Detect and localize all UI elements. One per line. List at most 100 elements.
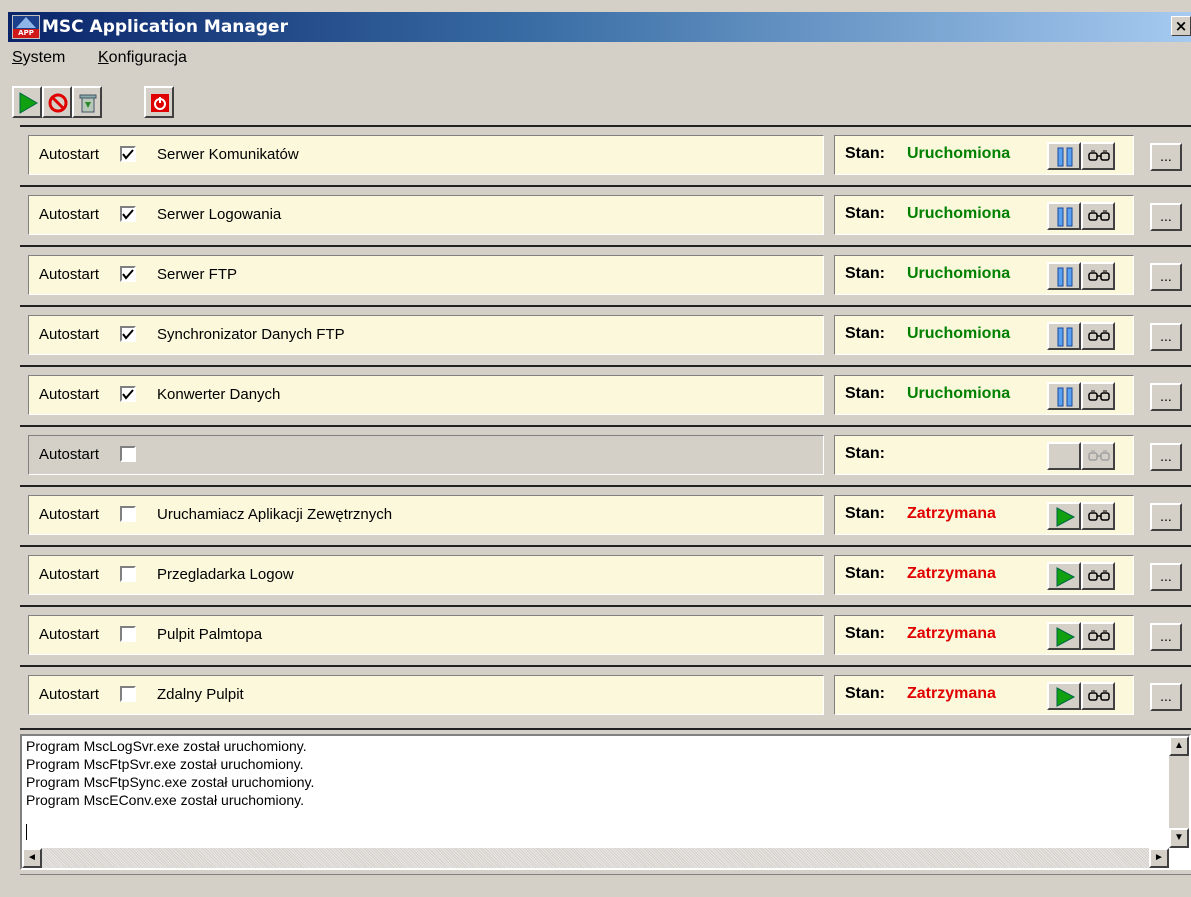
app-icon: APP bbox=[12, 15, 40, 39]
start-button[interactable] bbox=[1047, 682, 1081, 710]
autostart-label: Autostart bbox=[39, 266, 100, 283]
status-panel: Stan: Zatrzymana bbox=[834, 555, 1134, 595]
window-toggle-button[interactable] bbox=[1081, 202, 1115, 230]
service-panel: Autostart Synchronizator Danych FTP bbox=[28, 315, 824, 355]
more-options-button[interactable]: ... bbox=[1150, 323, 1182, 351]
close-button[interactable]: × bbox=[1171, 16, 1191, 36]
checkmark-icon bbox=[122, 149, 134, 160]
glasses-icon bbox=[1088, 330, 1110, 341]
autostart-checkbox[interactable] bbox=[120, 206, 136, 222]
blank-icon bbox=[1052, 446, 1078, 468]
vertical-scrollbar[interactable]: ▲ ▼ bbox=[1169, 736, 1189, 848]
scroll-up-button[interactable]: ▲ bbox=[1169, 736, 1189, 756]
status-label: Stan: bbox=[845, 265, 885, 282]
menu-system-rest: ystem bbox=[22, 49, 66, 66]
window-toggle-button[interactable] bbox=[1081, 442, 1115, 470]
pause-button[interactable] bbox=[1047, 202, 1081, 230]
pause-button[interactable] bbox=[1047, 262, 1081, 290]
title-bar[interactable]: APP MSC Application Manager × bbox=[8, 12, 1191, 42]
autostart-checkbox[interactable] bbox=[120, 326, 136, 342]
start-button[interactable] bbox=[1047, 622, 1081, 650]
autostart-checkbox[interactable] bbox=[120, 626, 136, 642]
menu-bar: System Konfiguracja bbox=[8, 46, 1191, 70]
action-button[interactable] bbox=[1047, 442, 1081, 470]
recycle-button[interactable] bbox=[72, 86, 102, 118]
more-options-button[interactable]: ... bbox=[1150, 503, 1182, 531]
window-toggle-button[interactable] bbox=[1081, 262, 1115, 290]
more-options-button[interactable]: ... bbox=[1150, 143, 1182, 171]
pause-button[interactable] bbox=[1047, 142, 1081, 170]
status-value: Uruchomiona bbox=[907, 325, 1011, 342]
autostart-checkbox[interactable] bbox=[120, 446, 136, 462]
service-row: Autostart Przegladarka Logow Stan: Zatrz… bbox=[20, 545, 1191, 603]
status-panel: Stan: Uruchomiona bbox=[834, 315, 1134, 355]
stop-all-button[interactable] bbox=[42, 86, 72, 118]
autostart-checkbox[interactable] bbox=[120, 506, 136, 522]
log-textarea[interactable]: ▲ ▼ ◄ ► Program MscLogSvr.exe został uru… bbox=[20, 734, 1191, 870]
menu-system-accel: S bbox=[12, 49, 23, 66]
service-name: Synchronizator Danych FTP bbox=[157, 326, 345, 343]
menu-config-accel: K bbox=[98, 49, 109, 66]
app-icon-label: APP bbox=[13, 29, 39, 38]
glasses-icon bbox=[1088, 270, 1110, 281]
window-toggle-button[interactable] bbox=[1081, 142, 1115, 170]
status-label: Stan: bbox=[845, 325, 885, 342]
autostart-checkbox[interactable] bbox=[120, 146, 136, 162]
exit-button[interactable] bbox=[144, 86, 174, 118]
menu-system[interactable]: System bbox=[12, 49, 65, 67]
service-name: Serwer Komunikatów bbox=[157, 146, 299, 163]
more-options-button[interactable]: ... bbox=[1150, 383, 1182, 411]
more-options-button[interactable]: ... bbox=[1150, 623, 1182, 651]
status-panel: Stan: Uruchomiona bbox=[834, 195, 1134, 235]
pause-icon bbox=[1057, 147, 1073, 167]
status-value: Zatrzymana bbox=[907, 685, 996, 702]
scroll-right-button[interactable]: ► bbox=[1149, 848, 1169, 868]
window-toggle-button[interactable] bbox=[1081, 682, 1115, 710]
status-panel: Stan: Zatrzymana bbox=[834, 675, 1134, 715]
horizontal-scrollbar[interactable]: ◄ ► bbox=[22, 848, 1169, 868]
autostart-label: Autostart bbox=[39, 686, 100, 703]
status-value: Uruchomiona bbox=[907, 265, 1011, 282]
service-panel: Autostart Uruchamiacz Aplikacji Zewętrzn… bbox=[28, 495, 824, 535]
more-options-button[interactable]: ... bbox=[1150, 203, 1182, 231]
autostart-checkbox[interactable] bbox=[120, 386, 136, 402]
scroll-left-button[interactable]: ◄ bbox=[22, 848, 42, 868]
pause-button[interactable] bbox=[1047, 382, 1081, 410]
stop-icon bbox=[48, 93, 68, 113]
status-panel: Stan: Zatrzymana bbox=[834, 615, 1134, 655]
start-all-button[interactable] bbox=[12, 86, 42, 118]
service-panel: Autostart bbox=[28, 435, 824, 475]
play-icon bbox=[1056, 567, 1076, 587]
service-row: Autostart Serwer Komunikatów Stan: Uruch… bbox=[20, 125, 1191, 183]
service-name: Przegladarka Logow bbox=[157, 566, 294, 583]
service-row: Autostart Pulpit Palmtopa Stan: Zatrzyma… bbox=[20, 605, 1191, 663]
more-options-button[interactable]: ... bbox=[1150, 443, 1182, 471]
scroll-down-button[interactable]: ▼ bbox=[1169, 828, 1189, 848]
menu-konfiguracja[interactable]: Konfiguracja bbox=[98, 49, 187, 67]
window-toggle-button[interactable] bbox=[1081, 622, 1115, 650]
pause-button[interactable] bbox=[1047, 322, 1081, 350]
status-label: Stan: bbox=[845, 145, 885, 162]
window-toggle-button[interactable] bbox=[1081, 562, 1115, 590]
window-toggle-button[interactable] bbox=[1081, 322, 1115, 350]
autostart-checkbox[interactable] bbox=[120, 266, 136, 282]
service-row: Autostart Uruchamiacz Aplikacji Zewętrzn… bbox=[20, 485, 1191, 543]
more-options-button[interactable]: ... bbox=[1150, 563, 1182, 591]
more-options-button[interactable]: ... bbox=[1150, 683, 1182, 711]
checkmark-icon bbox=[122, 329, 134, 340]
play-icon bbox=[1056, 687, 1076, 707]
log-line: Program MscFtpSync.exe został uruchomion… bbox=[26, 774, 315, 790]
checkmark-icon bbox=[122, 389, 134, 400]
power-icon bbox=[151, 94, 169, 112]
start-button[interactable] bbox=[1047, 562, 1081, 590]
autostart-checkbox[interactable] bbox=[120, 686, 136, 702]
service-row: Autostart Zdalny Pulpit Stan: Zatrzymana… bbox=[20, 665, 1191, 723]
autostart-label: Autostart bbox=[39, 626, 100, 643]
status-value: Uruchomiona bbox=[907, 385, 1011, 402]
window-toggle-button[interactable] bbox=[1081, 502, 1115, 530]
autostart-checkbox[interactable] bbox=[120, 566, 136, 582]
start-button[interactable] bbox=[1047, 502, 1081, 530]
window-toggle-button[interactable] bbox=[1081, 382, 1115, 410]
more-options-button[interactable]: ... bbox=[1150, 263, 1182, 291]
service-row: Autostart Stan: ... bbox=[20, 425, 1191, 483]
